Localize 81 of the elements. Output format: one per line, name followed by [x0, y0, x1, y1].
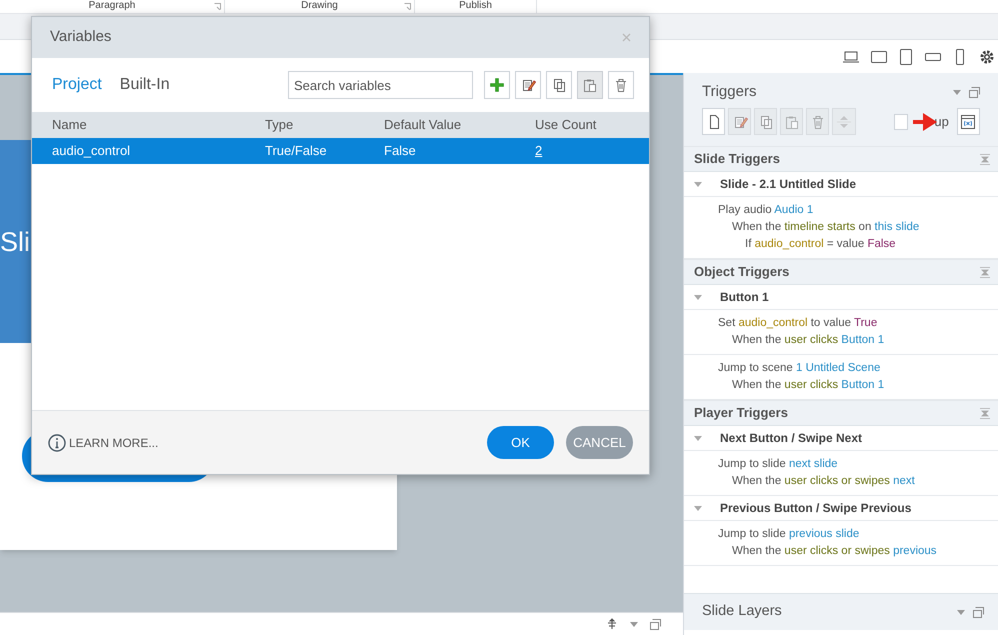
settings-icon[interactable] [979, 48, 995, 64]
trigger-line: When the timeline starts on this slide [732, 221, 920, 233]
close-icon[interactable] [622, 33, 631, 42]
table-cell: True/False [265, 143, 327, 158]
trigger-line: When the user clicks or swipes previous [732, 545, 937, 557]
trigger-group-title: Previous Button / Swipe Previous [720, 500, 912, 517]
up-down-arrows-icon [836, 114, 852, 130]
table-cell: audio_control [52, 143, 130, 158]
column-header: Use Count [535, 116, 598, 134]
variables-window-icon [960, 114, 976, 130]
trigger-line: If audio_control = value False [745, 238, 896, 250]
trigger-item[interactable]: Jump to slide next slide When the user clicks or swipes next [684, 451, 998, 496]
trigger-item[interactable]: Jump to slide previous slide When the user clicks or swipes previous [684, 521, 998, 566]
table-row[interactable]: audio_control True/False False 2 [32, 138, 649, 164]
dialog-launcher-icon[interactable] [214, 3, 221, 10]
edit-note-icon [520, 77, 536, 93]
column-header: Name [52, 116, 88, 134]
trigger-item[interactable]: Set audio_control to value True When the user clicks Button 1 [684, 310, 998, 355]
checkbox[interactable] [894, 114, 908, 130]
table-cell: False [384, 143, 416, 158]
column-header: Type [265, 116, 294, 134]
panel-title: Triggers [702, 82, 756, 102]
trigger-line: Play audio Audio 1 [718, 204, 814, 216]
collapse-all-icon[interactable] [980, 408, 990, 418]
toolbar-button[interactable] [484, 71, 510, 99]
search-field[interactable]: Search variables [288, 71, 473, 99]
copy-icon [551, 77, 567, 93]
trigger-group-title: Next Button / Swipe Next [720, 430, 862, 447]
tab[interactable]: Project [52, 73, 102, 97]
slide-title: Sli [0, 226, 30, 258]
ribbon-group-label: Drawing [301, 0, 338, 13]
column-header: Default Value [384, 116, 462, 134]
toolbar-button[interactable] [702, 108, 726, 135]
toolbar-button[interactable] [515, 71, 541, 99]
trigger-group-title: Button 1 [720, 289, 769, 306]
expand-caret-icon[interactable] [694, 294, 702, 300]
annotation-arrow [913, 113, 937, 131]
expand-caret-icon[interactable] [694, 506, 702, 510]
section-header: Object Triggers [694, 263, 790, 282]
toolbar-button[interactable] [546, 71, 572, 99]
dropdown-icon[interactable] [953, 90, 961, 94]
window-icon[interactable] [650, 618, 661, 630]
panel-title: Slide Layers [702, 602, 782, 622]
tablet-landscape-icon[interactable] [871, 48, 887, 64]
expand-caret-icon[interactable] [694, 436, 702, 440]
clipboard-icon [582, 77, 598, 93]
learn-more-link[interactable]: LEARN MORE... [69, 434, 158, 452]
tablet-portrait-icon[interactable] [898, 48, 914, 64]
expand-caret-icon[interactable] [694, 182, 702, 186]
trigger-line: When the user clicks Button 1 [732, 334, 884, 346]
ok-button[interactable]: OK [487, 426, 554, 459]
laptop-icon[interactable] [842, 49, 860, 64]
variables-button[interactable] [956, 108, 980, 135]
ribbon-group-label: Publish [459, 0, 492, 13]
toolbar-button[interactable] [608, 71, 634, 99]
dropdown-icon[interactable] [957, 610, 965, 614]
trigger-line: When the user clicks Button 1 [732, 379, 884, 391]
plus-icon [489, 77, 505, 93]
anchor-icon[interactable] [606, 618, 618, 630]
trigger-line: Jump to slide next slide [718, 458, 838, 470]
trigger-line: When the user clicks or swipes next [732, 475, 915, 487]
window-icon[interactable] [969, 86, 980, 98]
trigger-line: Jump to slide previous slide [718, 528, 860, 540]
dialog-launcher-icon[interactable] [404, 3, 411, 10]
trash-icon [613, 77, 629, 93]
clipboard-icon [784, 114, 800, 130]
trigger-line: Jump to scene 1 Untitled Scene [718, 362, 880, 374]
collapse-all-icon[interactable] [980, 266, 990, 278]
checkbox-label: up [934, 112, 949, 131]
trigger-group-title: Slide - 2.1 Untitled Slide [720, 176, 856, 193]
tab[interactable]: Built-In [120, 73, 170, 97]
section-header: Player Triggers [694, 404, 788, 422]
dropdown-icon[interactable] [630, 622, 638, 626]
trigger-line: Set audio_control to value True [718, 317, 878, 329]
section-header: Slide Triggers [694, 150, 780, 168]
use-count-link[interactable]: 2 [535, 143, 542, 158]
ribbon-group-label: Paragraph [88, 0, 136, 13]
window-icon[interactable] [973, 606, 984, 618]
collapse-all-icon[interactable] [980, 154, 990, 164]
dialog-title: Variables [50, 27, 112, 48]
info-icon[interactable] [48, 434, 66, 452]
